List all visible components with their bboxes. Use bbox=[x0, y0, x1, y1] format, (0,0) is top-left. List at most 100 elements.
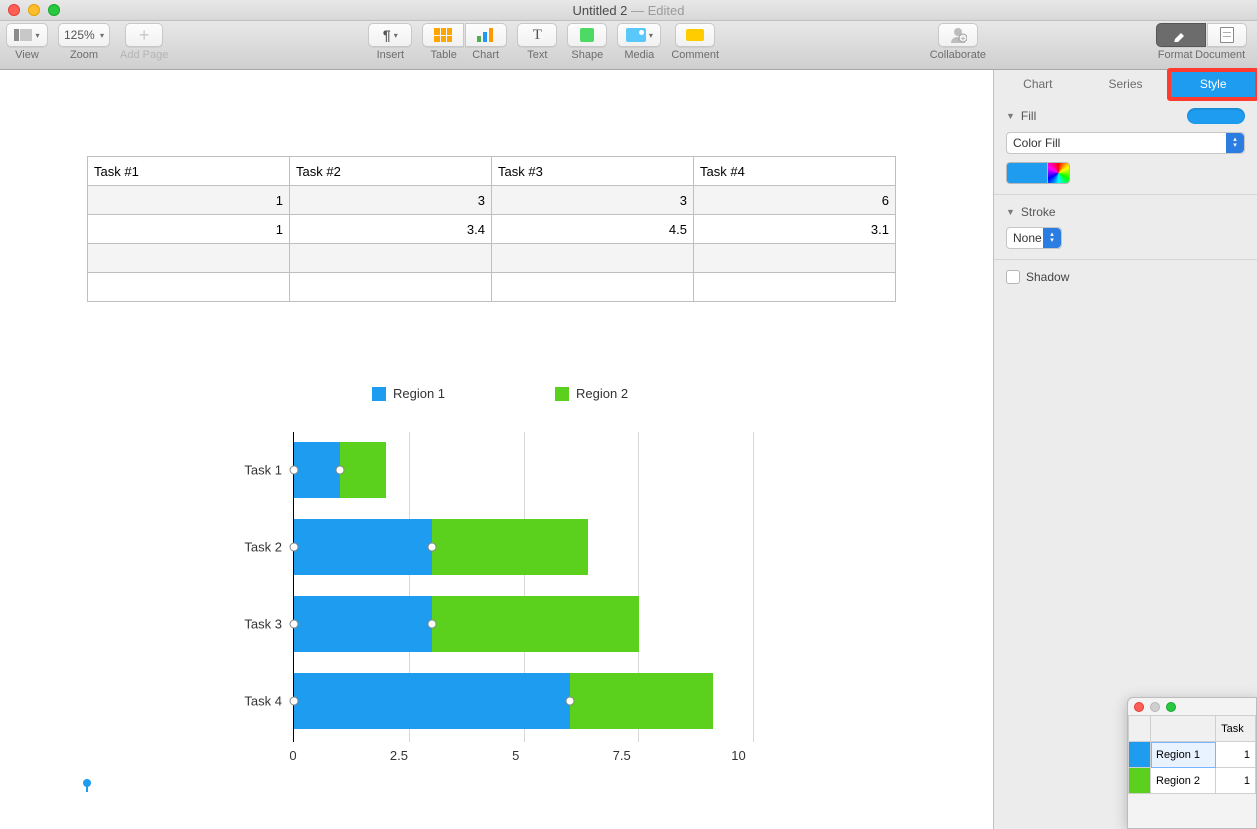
comment-button[interactable] bbox=[675, 23, 715, 47]
media-button[interactable]: ▾ bbox=[617, 23, 661, 47]
bar-task2[interactable]: Task 2 bbox=[294, 519, 588, 575]
popup-titlebar[interactable] bbox=[1128, 698, 1256, 715]
legend-item[interactable]: Region 1 bbox=[372, 386, 445, 401]
selection-handle[interactable] bbox=[290, 466, 299, 475]
table-cell[interactable] bbox=[88, 244, 290, 273]
zoom-popup-icon[interactable] bbox=[1166, 702, 1176, 712]
selection-handle[interactable] bbox=[336, 466, 345, 475]
selection-handle[interactable] bbox=[290, 697, 299, 706]
table-cell[interactable]: 6 bbox=[694, 186, 896, 215]
selection-handle[interactable] bbox=[290, 620, 299, 629]
document-label: Document bbox=[1195, 49, 1245, 61]
fill-preview[interactable] bbox=[1187, 108, 1245, 124]
bar-task3[interactable]: Task 3 bbox=[294, 596, 639, 652]
text-button[interactable]: T bbox=[517, 23, 557, 47]
legend-item[interactable]: Region 2 bbox=[555, 386, 628, 401]
shape-button[interactable] bbox=[567, 23, 607, 47]
table-button[interactable] bbox=[422, 23, 464, 47]
bar-segment-region2[interactable] bbox=[340, 442, 386, 498]
paragraph-icon: ¶ bbox=[383, 27, 391, 43]
table-cell[interactable] bbox=[694, 273, 896, 302]
data-editor-table[interactable]: Task Region 11 Region 21 bbox=[1128, 715, 1256, 794]
disclosure-triangle-icon[interactable]: ▼ bbox=[1006, 207, 1015, 217]
shadow-checkbox[interactable]: Shadow bbox=[1006, 270, 1245, 284]
series-color-swatch[interactable] bbox=[1129, 742, 1151, 768]
tab-chart[interactable]: Chart bbox=[994, 70, 1082, 98]
table-cell[interactable] bbox=[290, 273, 492, 302]
table-header[interactable]: Task #4 bbox=[694, 157, 896, 186]
series-name-cell[interactable]: Region 2 bbox=[1151, 768, 1216, 794]
table-cell[interactable]: 1 bbox=[88, 186, 290, 215]
selection-handle[interactable] bbox=[290, 543, 299, 552]
chart[interactable]: Task 1 Task 2 Task 3 Task bbox=[234, 432, 754, 742]
bar-segment-region2[interactable] bbox=[570, 673, 713, 729]
color-wheel-button[interactable] bbox=[1048, 162, 1070, 184]
selection-handle[interactable] bbox=[566, 697, 575, 706]
disclosure-triangle-icon[interactable]: ▼ bbox=[1006, 111, 1015, 121]
table-cell[interactable]: 3.1 bbox=[694, 215, 896, 244]
table-cell[interactable]: 4.5 bbox=[492, 215, 694, 244]
table-cell[interactable] bbox=[694, 244, 896, 273]
row-header-col bbox=[1151, 716, 1216, 742]
bar-task4[interactable]: Task 4 bbox=[294, 673, 713, 729]
section-heading: Fill bbox=[1021, 109, 1036, 123]
format-button[interactable] bbox=[1156, 23, 1206, 47]
value-cell[interactable]: 1 bbox=[1216, 768, 1256, 794]
table-cell[interactable] bbox=[88, 273, 290, 302]
bar-segment-region1[interactable] bbox=[294, 442, 340, 498]
bar-segment-region2[interactable] bbox=[432, 519, 588, 575]
selection-handle[interactable] bbox=[428, 620, 437, 629]
table-cell[interactable] bbox=[492, 244, 694, 273]
stroke-type-select[interactable]: None ▴▾ bbox=[1006, 227, 1062, 249]
table-cell[interactable] bbox=[290, 244, 492, 273]
table-cell[interactable]: 3 bbox=[492, 186, 694, 215]
bar-segment-region1[interactable] bbox=[294, 673, 570, 729]
table-cell[interactable] bbox=[492, 273, 694, 302]
inspector-tabs: Chart Series Style bbox=[994, 70, 1257, 98]
insert-label: Insert bbox=[377, 49, 405, 61]
insertion-cursor-icon bbox=[83, 779, 91, 791]
close-popup-icon[interactable] bbox=[1134, 702, 1144, 712]
text-icon: T bbox=[533, 27, 542, 44]
value-cell[interactable]: 1 bbox=[1216, 742, 1256, 768]
media-icon bbox=[626, 28, 646, 42]
table-header[interactable]: Task #3 bbox=[492, 157, 694, 186]
insert-button[interactable]: ¶ ▾ bbox=[368, 23, 412, 47]
table-row bbox=[88, 244, 896, 273]
table-header-row: Task #1 Task #2 Task #3 Task #4 bbox=[88, 157, 896, 186]
bar-segment-region1[interactable] bbox=[294, 519, 432, 575]
color-swatch-button[interactable] bbox=[1006, 162, 1048, 184]
tab-series[interactable]: Series bbox=[1082, 70, 1170, 98]
series-color-swatch[interactable] bbox=[1129, 768, 1151, 794]
bar-segment-region1[interactable] bbox=[294, 596, 432, 652]
collaborate-button[interactable]: + bbox=[938, 23, 978, 47]
col-header[interactable]: Task bbox=[1216, 716, 1256, 742]
shape-icon bbox=[580, 28, 594, 42]
table-cell[interactable]: 1 bbox=[88, 215, 290, 244]
view-button[interactable]: ▾ bbox=[6, 23, 48, 47]
series-name-cell[interactable]: Region 1 bbox=[1151, 742, 1216, 768]
table-row: 1 3 3 6 bbox=[88, 186, 896, 215]
bar-segment-region2[interactable] bbox=[432, 596, 639, 652]
plus-icon: + bbox=[139, 25, 150, 46]
data-table[interactable]: Task #1 Task #2 Task #3 Task #4 1 3 3 6 … bbox=[87, 156, 896, 302]
fill-type-select[interactable]: Color Fill ▴▾ bbox=[1006, 132, 1245, 154]
bar-task1[interactable]: Task 1 bbox=[294, 442, 386, 498]
table-cell[interactable]: 3.4 bbox=[290, 215, 492, 244]
tab-style[interactable]: Style bbox=[1169, 70, 1257, 98]
svg-text:+: + bbox=[961, 36, 965, 43]
chart-plot-area[interactable]: Task 1 Task 2 Task 3 Task bbox=[293, 432, 753, 742]
selection-handle[interactable] bbox=[428, 543, 437, 552]
table-header[interactable]: Task #1 bbox=[88, 157, 290, 186]
table-header[interactable]: Task #2 bbox=[290, 157, 492, 186]
document-canvas[interactable]: Task #1 Task #2 Task #3 Task #4 1 3 3 6 … bbox=[0, 70, 993, 829]
table-cell[interactable]: 3 bbox=[290, 186, 492, 215]
format-label: Format bbox=[1158, 49, 1193, 61]
axis-tick: 2.5 bbox=[390, 748, 408, 763]
select-value: Color Fill bbox=[1013, 136, 1060, 150]
zoom-select[interactable]: 125% ▾ bbox=[58, 23, 110, 47]
chart-button[interactable] bbox=[465, 23, 507, 47]
chart-data-editor-popup[interactable]: Task Region 11 Region 21 bbox=[1127, 697, 1257, 829]
add-page-button[interactable]: + bbox=[125, 23, 163, 47]
document-button[interactable] bbox=[1207, 23, 1247, 47]
